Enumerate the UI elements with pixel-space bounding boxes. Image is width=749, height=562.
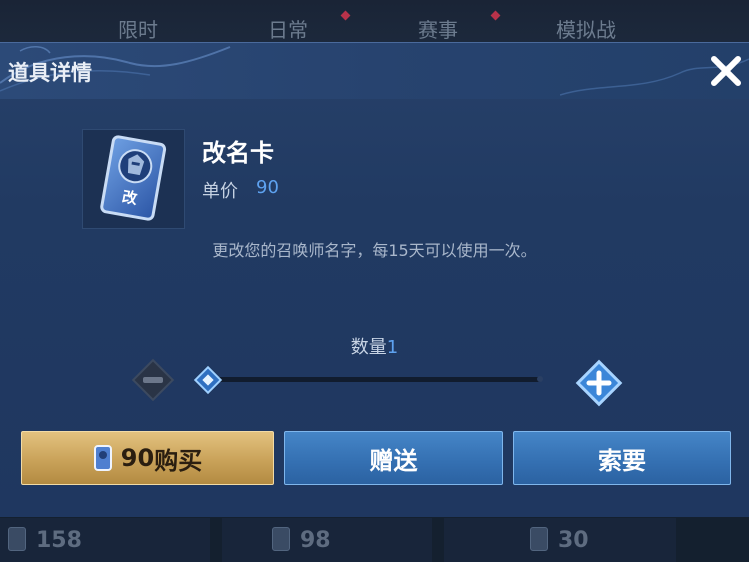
store-price: 30 xyxy=(558,528,589,553)
increase-quantity-button[interactable] xyxy=(573,357,625,409)
dialog-title: 道具详情 xyxy=(8,61,92,85)
rename-card-icon: 改 xyxy=(100,135,167,221)
quantity-slider-track[interactable] xyxy=(214,377,542,382)
quantity-label: 数量 xyxy=(350,337,387,358)
tab-limited[interactable]: 限时 xyxy=(118,14,158,43)
dialog-header: 道具详情 xyxy=(0,43,749,99)
tab-events[interactable]: 赛事 xyxy=(418,14,458,43)
quantity-value: 1 xyxy=(386,337,399,358)
quantity-display: 数量1 xyxy=(0,333,749,359)
gift-label: 赠送 xyxy=(369,446,418,475)
item-name: 改名卡 xyxy=(202,139,274,167)
item-icon-frame: 改 xyxy=(82,129,185,229)
gift-button[interactable]: 赠送 xyxy=(284,431,503,485)
tab-simulation[interactable]: 模拟战 xyxy=(556,14,616,43)
decrease-quantity-button[interactable] xyxy=(130,357,176,403)
rename-card-icon xyxy=(8,527,26,551)
store-price: 158 xyxy=(36,528,82,553)
request-button[interactable]: 索要 xyxy=(513,431,731,485)
rename-card-icon xyxy=(272,527,290,551)
store-price: 98 xyxy=(300,528,331,553)
minus-icon xyxy=(143,377,163,383)
quantity-slider-handle[interactable] xyxy=(193,365,223,395)
rename-card-icon xyxy=(530,527,548,551)
notification-dot xyxy=(490,10,501,21)
request-label: 索要 xyxy=(598,446,646,475)
buy-label: 购买 xyxy=(154,446,203,475)
buy-price: 90 xyxy=(120,444,155,472)
close-icon[interactable] xyxy=(704,49,748,93)
store-tab-bar: 限时 日常 赛事 模拟战 xyxy=(0,0,749,44)
store-item-cell[interactable] xyxy=(0,518,210,562)
unit-price-value: 90 xyxy=(256,177,279,198)
item-details-dialog: 道具详情 改 改名卡 单价 90 更改您的召唤师名字，每15天可以使用一次。 数… xyxy=(0,42,749,517)
unit-price-label: 单价 xyxy=(202,181,238,202)
rename-card-icon xyxy=(93,445,112,471)
item-description: 更改您的召唤师名字，每15天可以使用一次。 xyxy=(212,241,537,260)
tab-daily[interactable]: 日常 xyxy=(268,14,308,43)
notification-dot xyxy=(340,10,351,21)
slider-end-marker xyxy=(537,376,543,382)
buy-button[interactable]: 90 购买 xyxy=(21,431,274,485)
